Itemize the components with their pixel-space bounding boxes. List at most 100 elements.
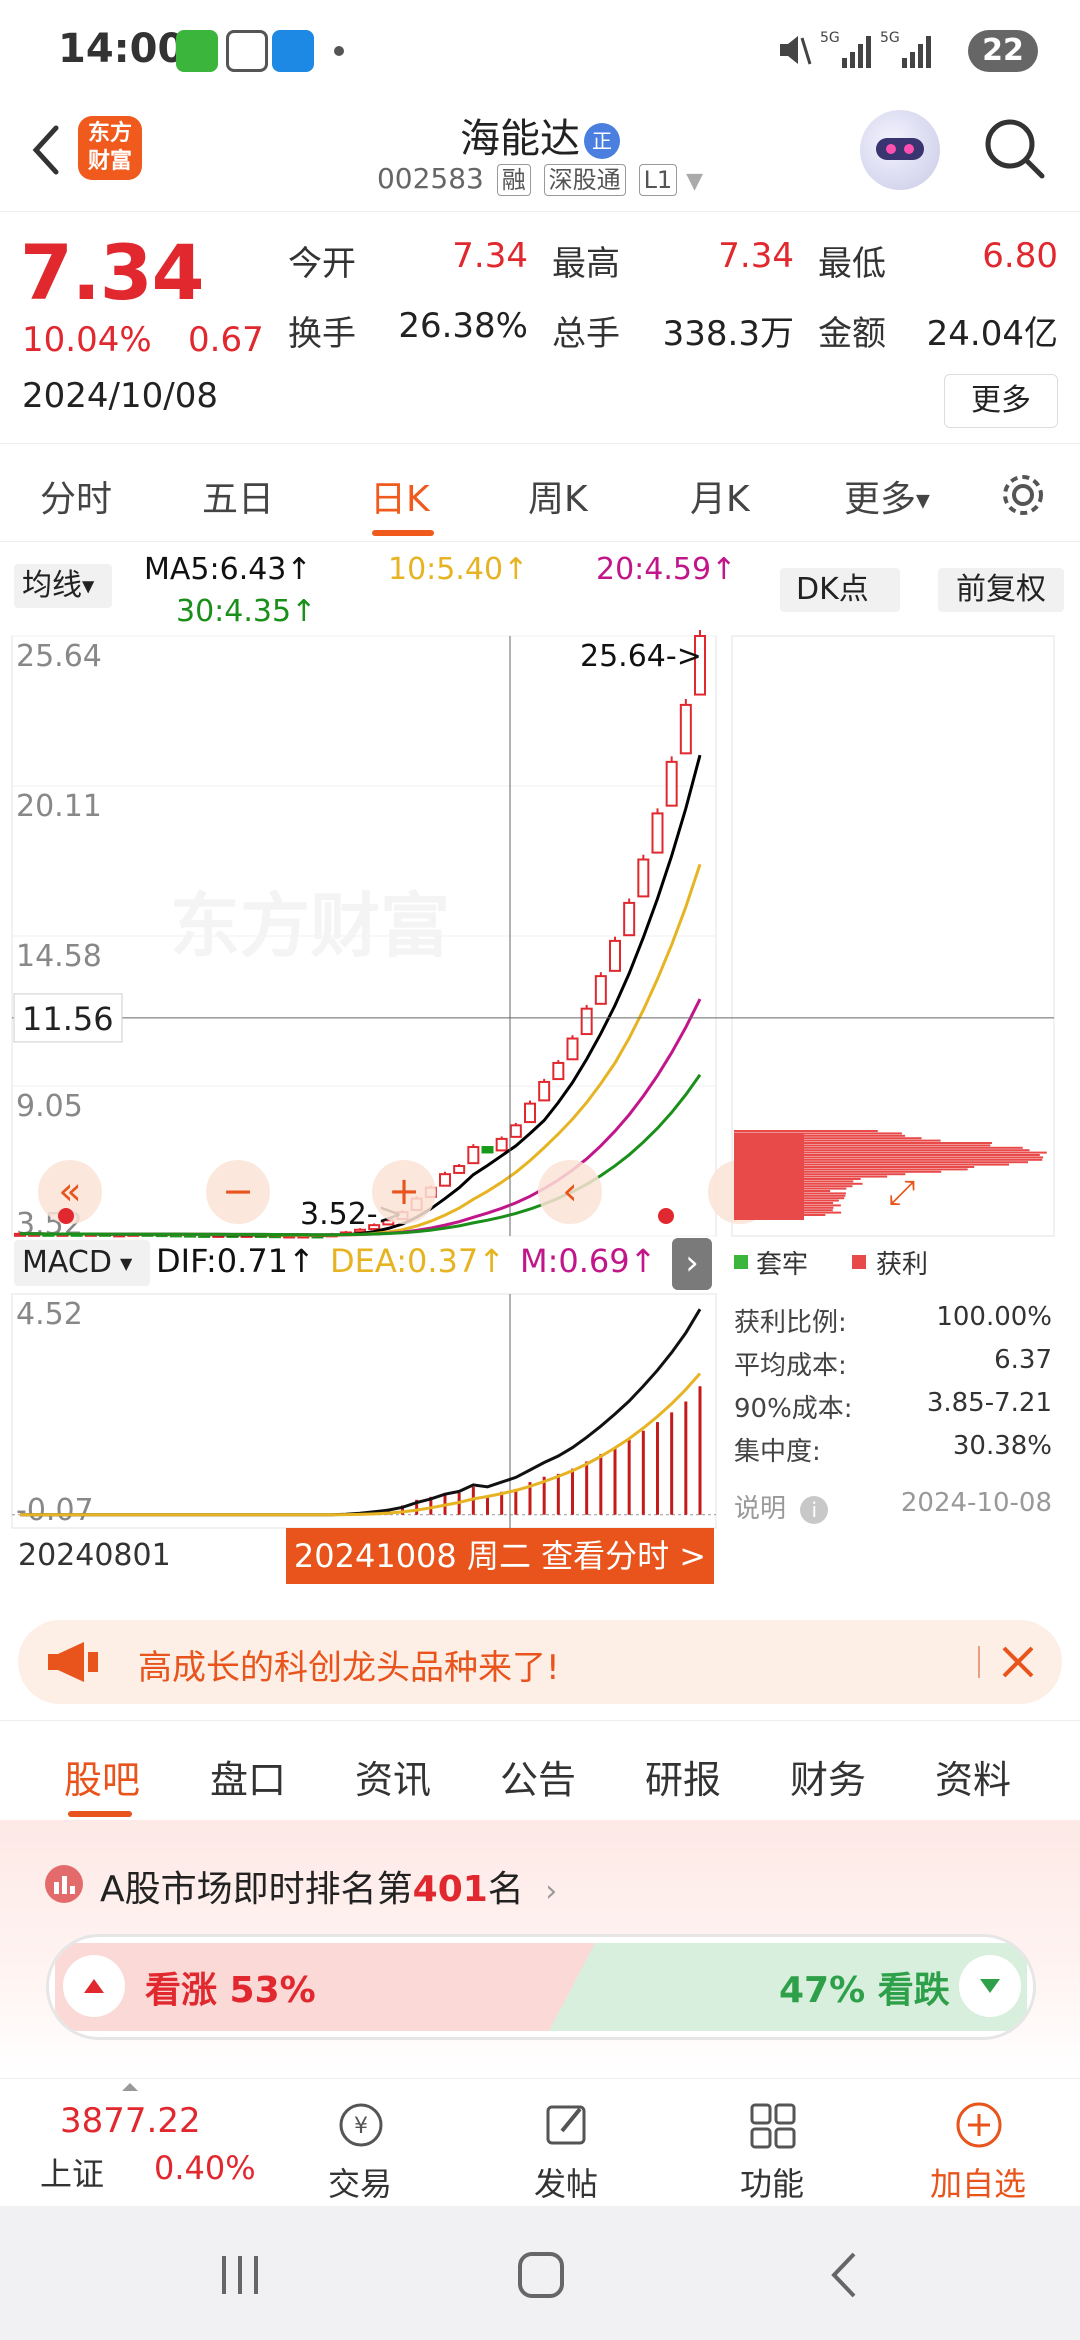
minus-icon[interactable]: − — [206, 1160, 270, 1224]
indicator-row: 均线▼ MA5:6.43↑ 10:5.40↑ 20:4.59↑ 30:4.35↑… — [0, 544, 1080, 634]
tab-research[interactable]: 研报 — [645, 1749, 721, 1804]
last-price: 7.34 — [20, 228, 204, 317]
macd-y-tick: -0.07 — [16, 1493, 94, 1528]
candle-body — [553, 1063, 563, 1079]
nav-post[interactable]: 发帖 — [496, 2091, 636, 2201]
rank-title[interactable]: A股市场即时排名第401名 › — [100, 1860, 557, 1912]
tab-news[interactable]: 资讯 — [355, 1749, 431, 1804]
vote-down-button[interactable] — [959, 1955, 1021, 2017]
macd-dif: DIF:0.71↑ — [156, 1242, 315, 1280]
chip-note-label: 说明 — [734, 1494, 786, 1524]
status-bar: 14:00 5G 5G 22 — [0, 0, 1080, 100]
nav-trade[interactable]: ¥ 交易 — [290, 2091, 430, 2201]
macd-y-tick: 4.52 — [16, 1297, 83, 1332]
signal-5g-icon: 5G — [820, 28, 876, 72]
tab-announcements[interactable]: 公告 — [500, 1749, 576, 1804]
ma-select-dropdown[interactable]: 均线▼ — [14, 564, 112, 608]
legend-trapped: 套牢 — [756, 1244, 808, 1281]
chip-row-concentration: 集中度: 30.38% — [734, 1431, 1052, 1468]
tab-pankou[interactable]: 盘口 — [210, 1749, 286, 1804]
assistant-robot-icon[interactable] — [860, 110, 940, 190]
candle-body — [483, 1147, 493, 1152]
vote-up-button[interactable] — [63, 1955, 125, 2017]
vote-down-label: 47% 看跌 — [779, 1961, 950, 2013]
macd-select-dropdown[interactable]: MACD ▼ — [14, 1240, 150, 1286]
high-label: 最高 — [552, 236, 620, 285]
left-arrow-icon[interactable]: ‹ — [538, 1160, 602, 1224]
chevron-down-icon: ▼ — [686, 169, 703, 194]
active-tab-underline — [372, 530, 434, 536]
search-icon[interactable] — [980, 114, 1050, 184]
chip-row-90-cost: 90%成本: 3.85-7.21 — [734, 1388, 1052, 1425]
sentiment-vote: 看涨 53% 47% 看跌 — [46, 1934, 1036, 2040]
home-icon[interactable] — [514, 2250, 568, 2300]
battery-indicator: 22 — [968, 30, 1038, 72]
candle-body — [610, 941, 620, 971]
tab-daily-k[interactable]: 日K — [370, 470, 430, 522]
promo-banner[interactable]: 高成长的科创龙头品种来了! — [18, 1620, 1062, 1704]
trade-icon: ¥ — [336, 2097, 386, 2153]
tab-profile[interactable]: 资料 — [935, 1749, 1011, 1804]
plus-icon-glyph: + — [388, 1169, 420, 1213]
more-quote-button[interactable]: 更多 — [944, 374, 1058, 428]
legend-profit: 获利 — [876, 1244, 928, 1281]
tab-intraday[interactable]: 分时 — [40, 470, 112, 522]
stock-header: 东方财富 海能达正 002583 融 深股通 L1 ▼ — [0, 100, 1080, 212]
close-icon[interactable] — [996, 1640, 1040, 1684]
volume-value: 338.3万 — [640, 306, 794, 355]
adjust-mode-button[interactable]: 前复权 — [938, 568, 1064, 612]
macd-dea: DEA:0.37↑ — [330, 1242, 505, 1280]
grid-icon — [748, 2097, 798, 2153]
recent-apps-icon[interactable] — [210, 2250, 270, 2300]
left-arrow-icon-glyph: ‹ — [562, 1169, 577, 1213]
chip-block — [734, 1134, 804, 1220]
minus-icon-glyph: − — [222, 1169, 254, 1213]
open-label: 今开 — [288, 236, 356, 285]
index-name[interactable]: 上证 — [40, 2149, 104, 2195]
view-intraday-button[interactable]: 20241008 周二 查看分时 > — [286, 1528, 714, 1584]
tab-monthly-k[interactable]: 月K — [690, 470, 750, 522]
tab-weekly-k[interactable]: 周K — [528, 470, 588, 522]
chip-label: 获利比例: — [734, 1308, 847, 1338]
y-tick-label: 14.58 — [16, 939, 102, 974]
macd-dif-line — [20, 1309, 700, 1515]
tab-more[interactable]: 更多▼ — [844, 470, 930, 522]
candle-body — [596, 976, 606, 1004]
nav-add-watchlist[interactable]: 加自选 — [908, 2091, 1048, 2201]
svg-text:5G: 5G — [820, 30, 840, 46]
chip-label: 90%成本: — [734, 1394, 853, 1424]
index-change[interactable]: 0.40% — [154, 2149, 256, 2187]
max-price-label: 25.64-> — [580, 639, 702, 674]
ma-select-label: 均线 — [22, 568, 82, 603]
crosshair-value: 11.56 — [22, 1000, 114, 1038]
tag-margin: 融 — [497, 164, 531, 196]
dk-point-button[interactable]: DK点 — [780, 568, 900, 612]
rank-section: A股市场即时排名第401名 › 看涨 53% 47% 看跌 — [0, 1820, 1080, 2076]
tab-finance[interactable]: 财务 — [790, 1749, 866, 1804]
megaphone-icon — [44, 1638, 104, 1686]
message-notification-icon — [272, 30, 314, 72]
tab-guba[interactable]: 股吧 — [64, 1749, 140, 1804]
candle-body — [568, 1039, 578, 1060]
y-tick-label: 20.11 — [16, 789, 102, 824]
triangle-up-icon — [63, 1955, 125, 2017]
macd-m: M:0.69↑ — [520, 1242, 656, 1280]
index-value[interactable]: 3877.22 — [60, 2101, 201, 2141]
vote-divider — [549, 1943, 599, 2031]
candle-body — [624, 903, 634, 935]
plus-icon[interactable]: + — [372, 1160, 436, 1224]
gear-icon[interactable] — [998, 470, 1048, 520]
back-nav-icon[interactable] — [820, 2250, 870, 2300]
chip-value: 3.85-7.21 — [927, 1388, 1052, 1418]
low-value: 6.80 — [930, 236, 1058, 276]
x-start-date: 20240801 — [18, 1538, 171, 1573]
gallery-notification-icon — [226, 30, 268, 72]
chip-value: 6.37 — [994, 1345, 1052, 1375]
nav-functions[interactable]: 功能 — [702, 2091, 842, 2201]
active-tab-underline — [68, 1811, 132, 1817]
vote-up-area[interactable] — [55, 1943, 595, 2031]
chevron-right-icon[interactable]: › — [672, 1238, 712, 1290]
tab-five-day[interactable]: 五日 — [202, 470, 274, 522]
chip-note-row[interactable]: 说明 i 2024-10-08 — [734, 1488, 1052, 1525]
verified-badge-icon: 正 — [584, 123, 620, 159]
